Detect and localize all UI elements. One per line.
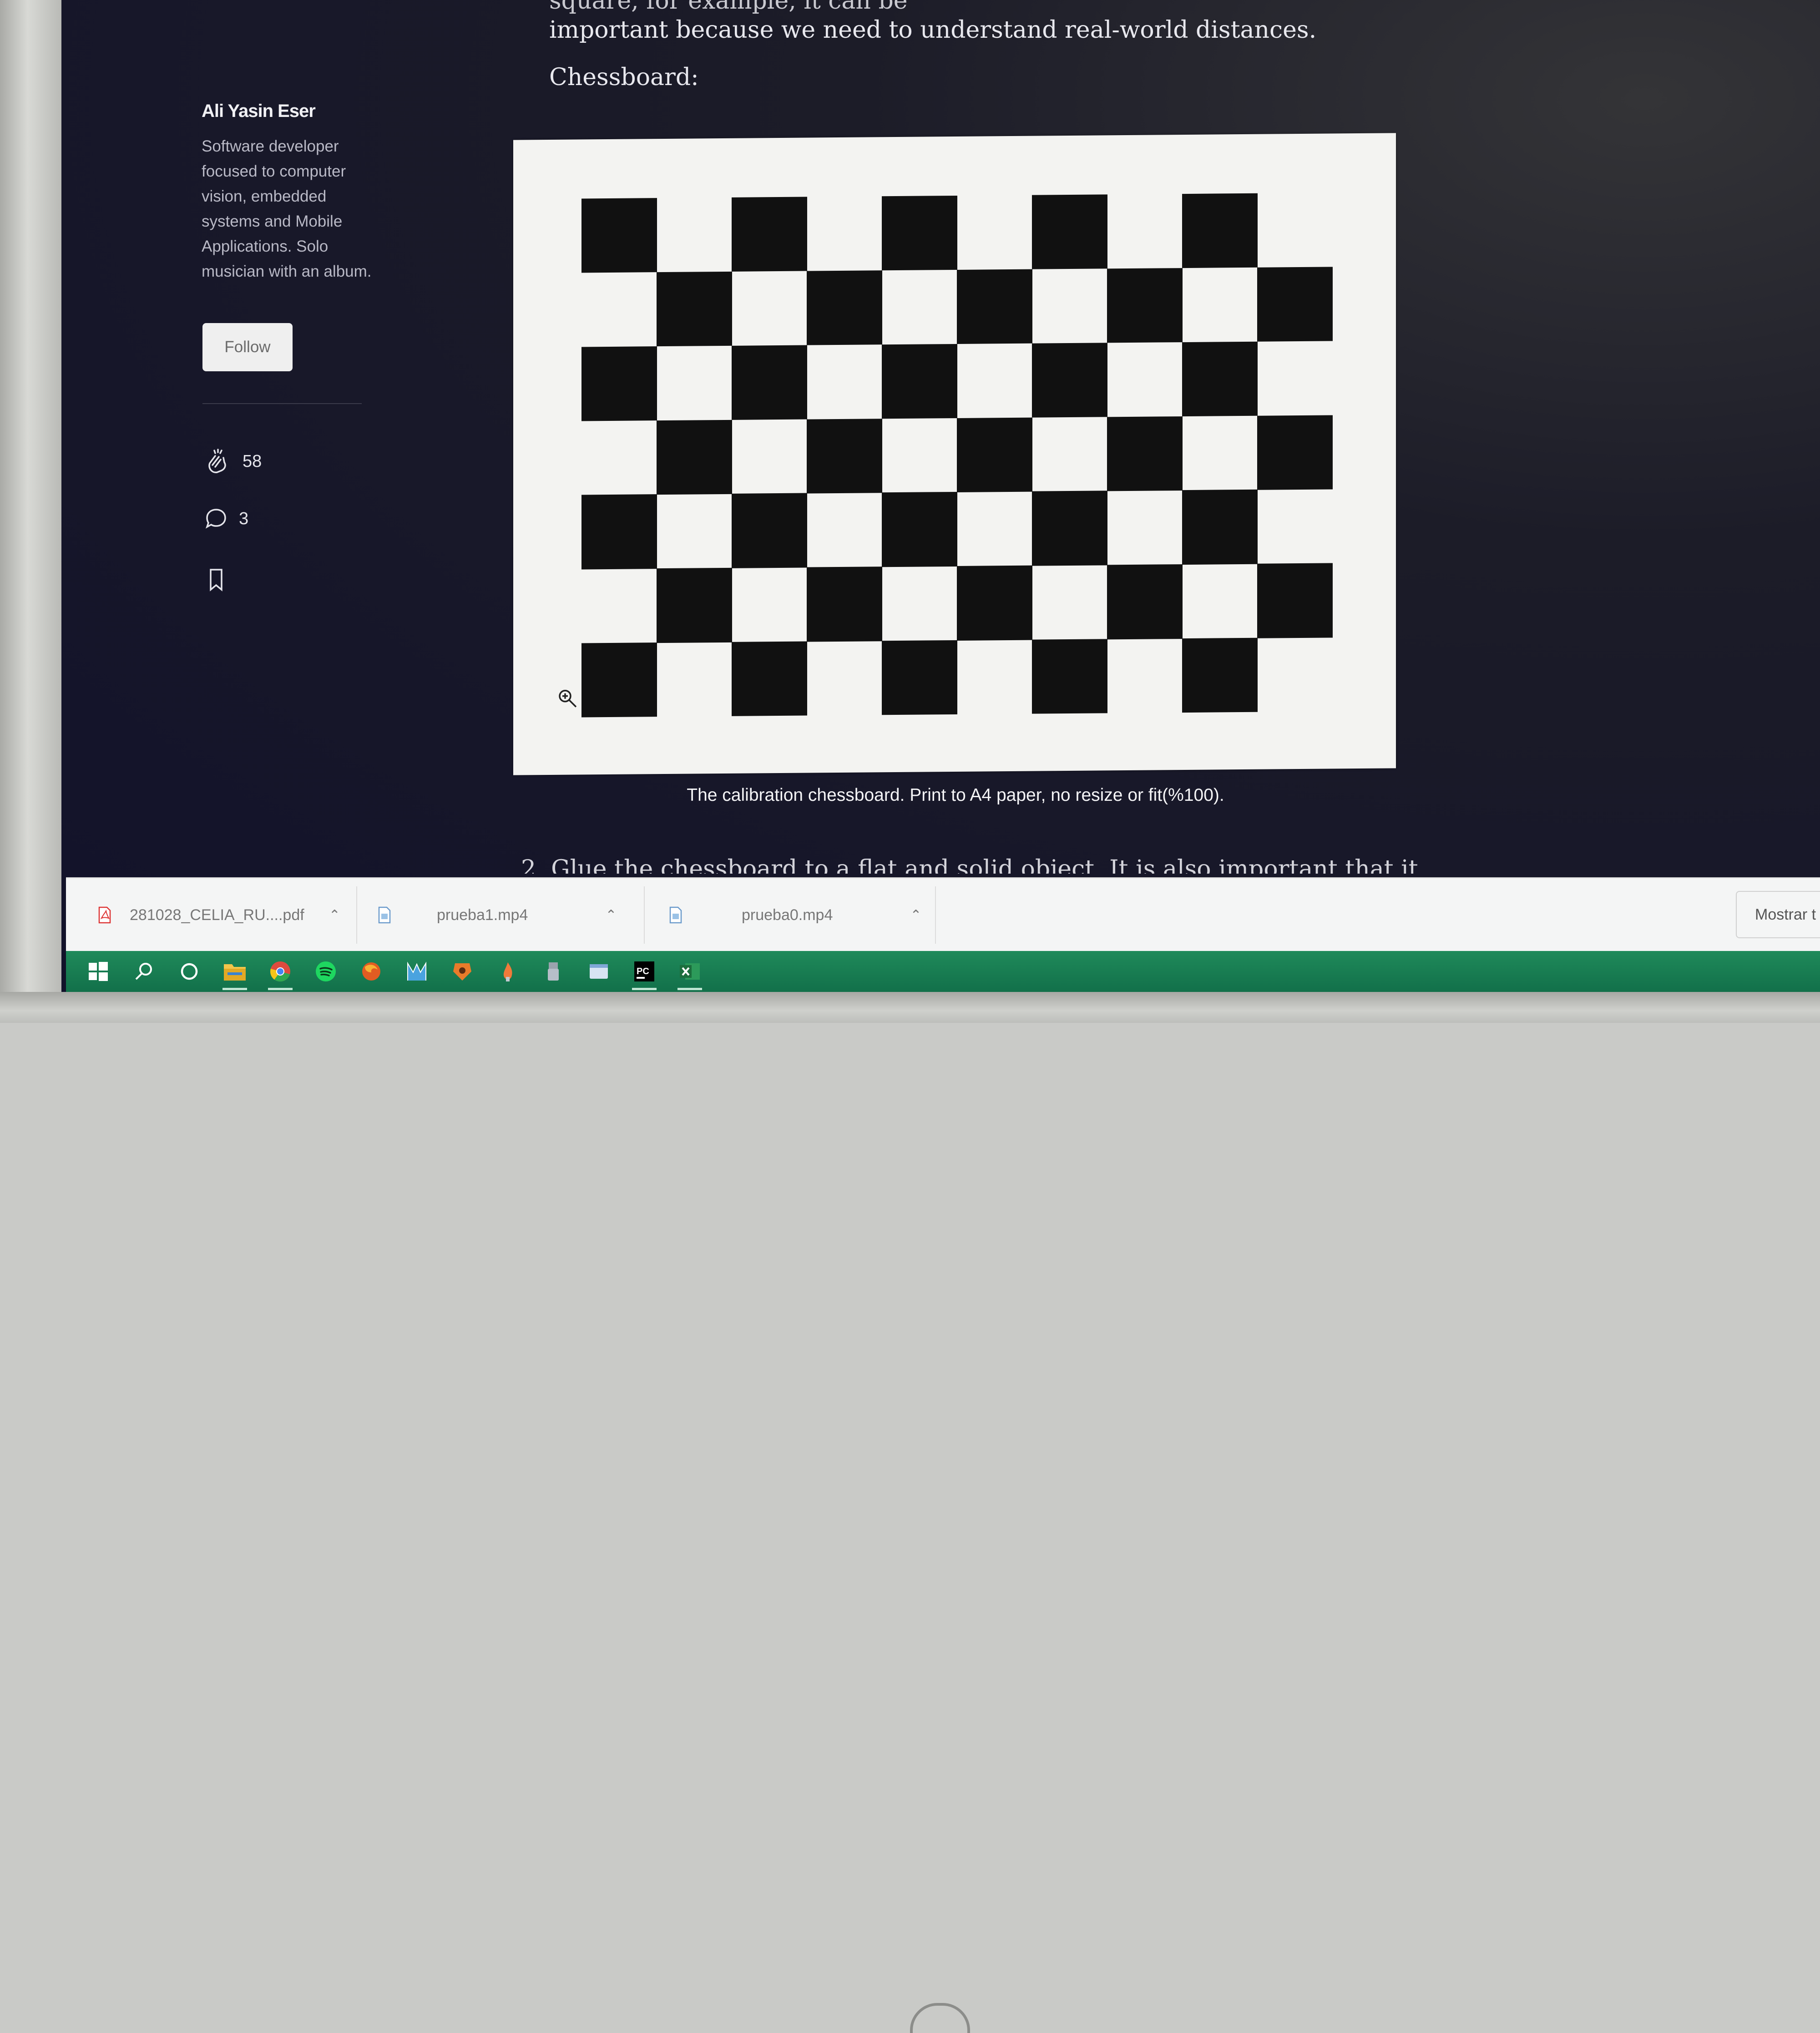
download-item[interactable]: prueba0.mp4 ⌃ bbox=[669, 878, 922, 952]
download-filename: 281028_CELIA_RU....pdf bbox=[130, 906, 304, 924]
svg-text:PC: PC bbox=[637, 966, 649, 976]
video-file-icon bbox=[378, 906, 391, 924]
article-text-next: 2. Glue the chessboard to a flat and sol… bbox=[521, 855, 1418, 874]
download-item[interactable]: prueba1.mp4 ⌃ bbox=[378, 878, 617, 952]
video-file-icon bbox=[669, 906, 682, 924]
chessboard-square bbox=[581, 642, 657, 718]
search-icon[interactable] bbox=[130, 957, 158, 986]
screen: square, for example, it can be important… bbox=[61, 0, 1820, 992]
zoom-in-icon[interactable] bbox=[557, 688, 579, 712]
file-explorer-icon[interactable] bbox=[221, 957, 249, 990]
taskbar: PC bbox=[66, 951, 1820, 992]
download-item[interactable]: 281028_CELIA_RU....pdf ⌃ bbox=[98, 878, 340, 952]
article-text-partial: square, for example, it can be bbox=[549, 0, 908, 15]
chessboard-square bbox=[882, 344, 957, 419]
chessboard-square bbox=[1257, 415, 1333, 490]
chessboard-square bbox=[581, 346, 657, 421]
chessboard-square bbox=[1182, 637, 1258, 713]
chessboard-square bbox=[732, 641, 807, 717]
author-bio: Software developer focused to computer v… bbox=[202, 137, 372, 280]
matlab-icon[interactable] bbox=[403, 957, 431, 986]
chessboard-square bbox=[1257, 267, 1333, 342]
chessboard-square bbox=[732, 197, 807, 272]
clap-stat[interactable]: 58 bbox=[203, 447, 262, 476]
response-count: 3 bbox=[239, 509, 249, 528]
chessboard-square bbox=[657, 568, 732, 643]
chessboard-figure[interactable] bbox=[513, 133, 1396, 775]
download-filename: prueba0.mp4 bbox=[742, 906, 833, 924]
bookmark-stat[interactable] bbox=[203, 565, 229, 594]
app-icon-flame[interactable] bbox=[494, 957, 522, 986]
clap-count: 58 bbox=[243, 451, 262, 471]
monitor-logo bbox=[910, 2003, 970, 2033]
chessboard-square bbox=[1182, 490, 1258, 565]
chevron-up-icon[interactable]: ⌃ bbox=[329, 907, 340, 923]
chessboard-square bbox=[957, 417, 1032, 492]
chessboard-square bbox=[882, 195, 957, 271]
pdf-icon bbox=[98, 906, 111, 924]
download-separator bbox=[356, 886, 357, 944]
download-bar: 281028_CELIA_RU....pdf ⌃ prueba1.mp4 ⌃ p… bbox=[66, 877, 1820, 952]
app-icon-window[interactable] bbox=[585, 957, 613, 986]
sidebar-divider bbox=[202, 403, 362, 404]
chessboard-square bbox=[657, 420, 732, 495]
chessboard-square bbox=[882, 492, 957, 567]
chessboard-square bbox=[1182, 193, 1258, 268]
chessboard-square bbox=[1107, 268, 1183, 343]
chrome-icon[interactable] bbox=[266, 957, 294, 990]
download-separator bbox=[644, 886, 645, 944]
windows-start-icon[interactable] bbox=[84, 957, 112, 986]
chessboard-square bbox=[1107, 416, 1183, 491]
monitor-bezel-bottom bbox=[0, 992, 1820, 2033]
response-icon[interactable] bbox=[203, 506, 229, 531]
app-icon-usb[interactable] bbox=[539, 957, 567, 986]
excel-icon[interactable] bbox=[676, 957, 704, 990]
chessboard-square bbox=[732, 345, 807, 420]
author-name[interactable]: Ali Yasin Eser bbox=[202, 101, 316, 121]
chessboard-square bbox=[657, 271, 732, 347]
chessboard bbox=[581, 192, 1333, 718]
clap-icon[interactable] bbox=[203, 447, 233, 476]
firefox-icon[interactable] bbox=[357, 957, 385, 986]
chessboard-square bbox=[732, 493, 807, 568]
pycharm-icon[interactable]: PC bbox=[630, 957, 658, 990]
chessboard-square bbox=[1032, 194, 1107, 270]
chessboard-square bbox=[581, 198, 657, 273]
download-separator bbox=[935, 886, 936, 944]
follow-button[interactable]: Follow bbox=[202, 323, 293, 371]
chevron-up-icon[interactable]: ⌃ bbox=[605, 907, 617, 923]
chessboard-square bbox=[1032, 343, 1107, 418]
monitor-bezel-left bbox=[0, 0, 61, 1023]
chessboard-square bbox=[957, 565, 1032, 641]
chessboard-square bbox=[1182, 341, 1258, 417]
response-stat[interactable]: 3 bbox=[203, 506, 248, 531]
chessboard-square bbox=[807, 418, 882, 494]
chessboard-square bbox=[1032, 491, 1107, 566]
figure-caption: The calibration chessboard. Print to A4 … bbox=[687, 785, 1224, 805]
show-all-downloads-button[interactable]: Mostrar t bbox=[1736, 891, 1820, 938]
bookmark-icon[interactable] bbox=[203, 565, 229, 594]
chessboard-square bbox=[1107, 564, 1183, 639]
spotify-icon[interactable] bbox=[312, 957, 340, 986]
chessboard-square bbox=[882, 640, 957, 715]
chessboard-square bbox=[807, 270, 882, 345]
download-filename: prueba1.mp4 bbox=[437, 906, 528, 924]
chessboard-square bbox=[1257, 563, 1333, 638]
chevron-up-icon[interactable]: ⌃ bbox=[910, 907, 921, 923]
brave-icon[interactable] bbox=[448, 957, 476, 986]
article-subheading: Chessboard: bbox=[549, 64, 699, 91]
chessboard-square bbox=[1032, 639, 1107, 714]
chessboard-square bbox=[957, 269, 1032, 344]
cortana-icon[interactable] bbox=[175, 957, 203, 986]
chessboard-square bbox=[581, 494, 657, 570]
chessboard-square bbox=[807, 566, 882, 642]
article-text-line: important because we need to understand … bbox=[549, 16, 1317, 44]
